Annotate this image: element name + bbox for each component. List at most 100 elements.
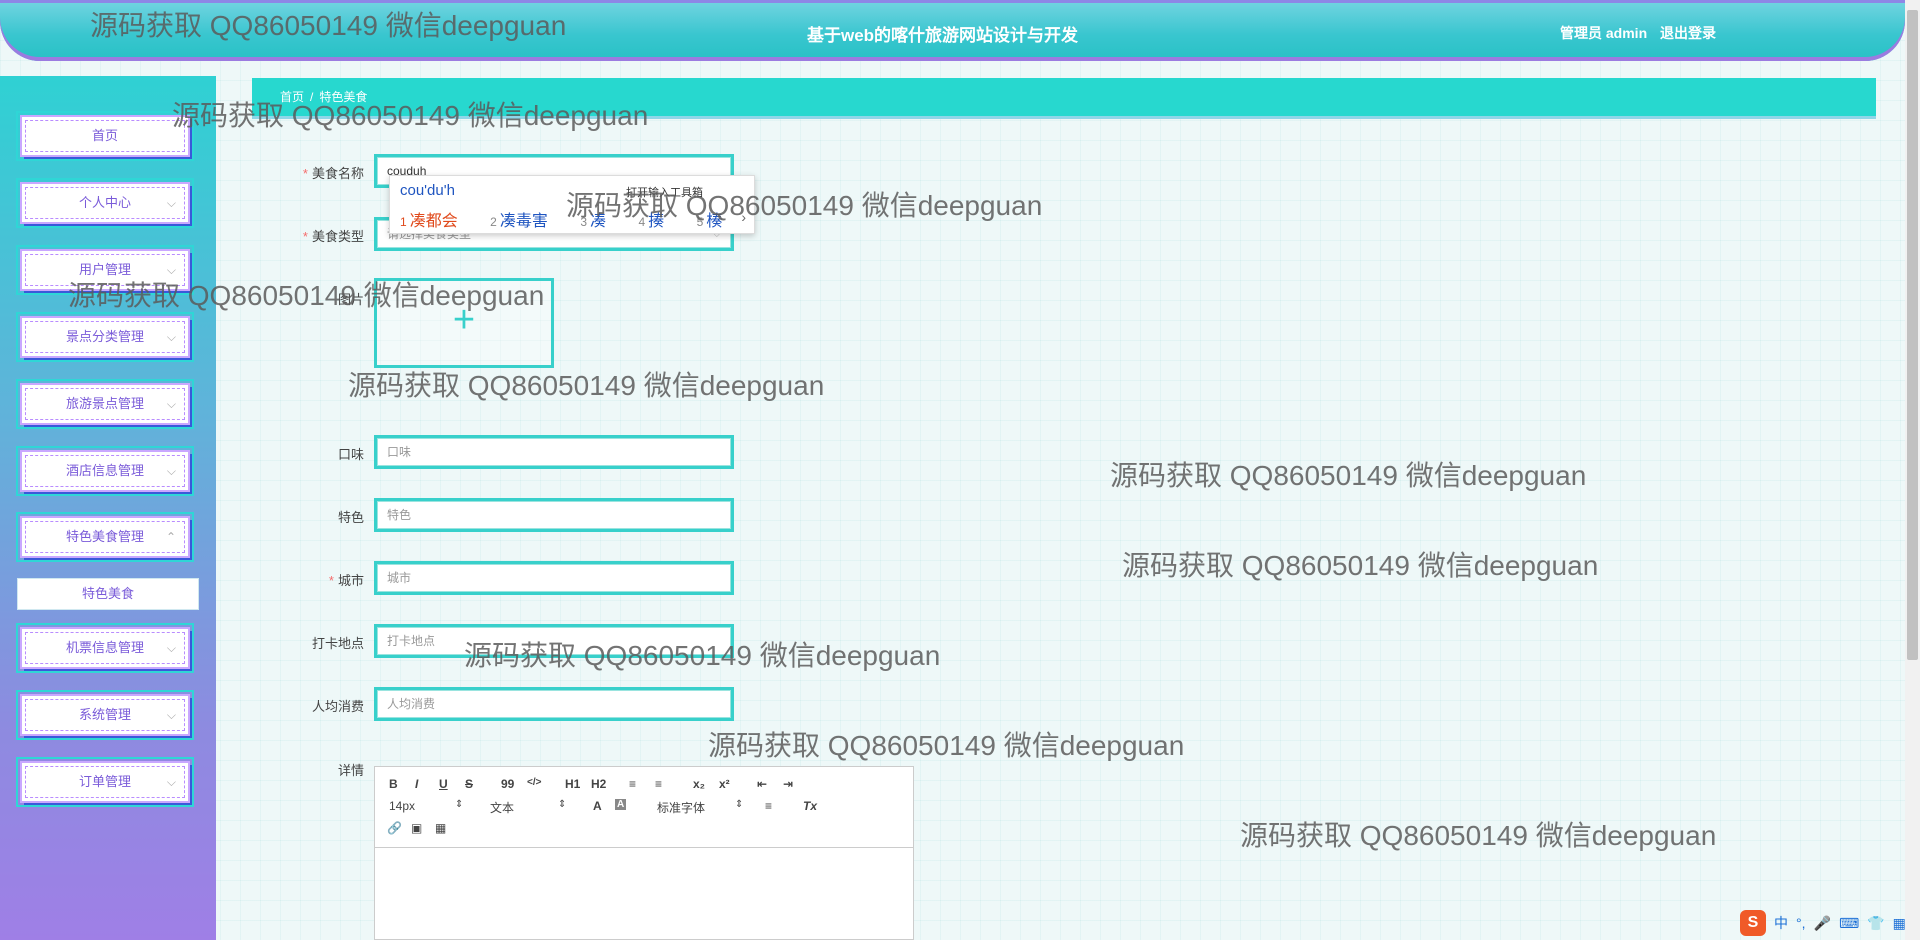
superscript-icon[interactable]: x²	[719, 777, 730, 791]
chevron-down-icon: ⌵	[166, 708, 176, 722]
chevron-updown-icon: ⇕	[735, 799, 744, 810]
top-header: 基于web的喀什旅游网站设计与开发 管理员 admin 退出登录	[0, 0, 1905, 61]
chevron-updown-icon: ⇕	[558, 799, 567, 810]
taste-input[interactable]: 口味	[374, 435, 734, 469]
watermark: 源码获取 QQ86050149 微信deepguan	[1122, 550, 1599, 581]
chevron-down-icon: ⌵	[166, 775, 176, 789]
code-icon[interactable]: </>	[527, 777, 541, 788]
ime-candidate[interactable]: 5楱	[697, 213, 737, 230]
food-type-label: * 美食类型	[302, 229, 364, 244]
sidebar-item-flight[interactable]: 机票信息管理 ⌵	[16, 623, 194, 673]
ime-mode-indicator[interactable]: 中	[1774, 913, 1788, 933]
logout-link[interactable]: 退出登录	[1660, 23, 1716, 43]
city-input[interactable]: 城市	[374, 561, 734, 595]
chevron-down-icon: ⌵	[166, 330, 176, 344]
sidebar-item-label: 机票信息管理	[65, 640, 144, 655]
sidebar-item-label: 首页	[91, 128, 118, 143]
underline-icon[interactable]: U	[439, 777, 448, 791]
sidebar-item-label: 特色美食管理	[65, 529, 144, 544]
ime-composition: cou'du'h	[400, 182, 455, 199]
sidebar-item-scenic-category[interactable]: 景点分类管理 ⌵	[16, 312, 194, 362]
ime-toolbox-hint[interactable]: 打开输入工具箱	[626, 184, 703, 200]
sidebar-item-label: 用户管理	[78, 262, 131, 277]
toolbox-icon[interactable]: ▦	[1893, 915, 1906, 932]
ime-candidate-popup: cou'du'h 打开输入工具箱 1 凑都会 2 凑毒害 3凑 4揍 5楱 ›	[389, 175, 755, 234]
editor-toolbar: B I U S 99 </> H1 H2 ≡ ≡ x₂ x² ⇤ ⇥ 14px …	[375, 767, 913, 848]
feature-label: 特色	[337, 510, 364, 525]
punctuation-icon[interactable]: °,	[1796, 915, 1806, 931]
font-size-select[interactable]: 14px	[389, 799, 415, 813]
background-color-icon[interactable]: A	[615, 799, 627, 810]
skin-icon[interactable]: 👕	[1867, 915, 1884, 932]
breadcrumb-home[interactable]: 首页	[280, 90, 304, 104]
h2-icon[interactable]: H2	[591, 777, 606, 791]
detail-label: 详情	[337, 763, 364, 778]
breadcrumb-current: 特色美食	[319, 90, 368, 104]
chevron-down-icon: ⌵	[166, 464, 176, 478]
align-icon[interactable]: ≡	[765, 799, 772, 813]
image-upload[interactable]: +	[374, 278, 554, 368]
ime-candidate[interactable]: 2 凑毒害	[490, 213, 562, 230]
keyboard-icon[interactable]: ⌨	[1839, 915, 1859, 932]
taste-label: 口味	[337, 447, 364, 462]
feature-input[interactable]: 特色	[374, 498, 734, 532]
sidebar-item-label: 旅游景点管理	[65, 396, 144, 411]
text-style-select[interactable]: 文本	[490, 799, 514, 816]
bold-icon[interactable]: B	[389, 777, 398, 791]
image-label: 图片	[337, 292, 364, 307]
ime-candidate[interactable]: 4揍	[638, 213, 678, 230]
chevron-down-icon: ⌵	[166, 263, 176, 277]
ime-tray: S 中 °, 🎤 ⌨ 👕 ▦	[1740, 910, 1906, 936]
microphone-icon[interactable]: 🎤	[1814, 915, 1831, 932]
link-icon[interactable]: 🔗	[387, 821, 402, 835]
sidebar-item-label: 系统管理	[78, 707, 131, 722]
font-color-icon[interactable]: A	[593, 799, 602, 813]
breadcrumb-separator: /	[310, 90, 314, 104]
chevron-down-icon: ⌵	[166, 196, 176, 210]
sidebar-item-home[interactable]: 首页	[16, 111, 194, 161]
ime-candidates: 1 凑都会 2 凑毒害 3凑 4揍 5楱	[400, 207, 750, 231]
indent-icon[interactable]: ⇥	[783, 777, 793, 791]
sidebar-item-label: 个人中心	[78, 195, 131, 210]
chevron-right-icon[interactable]: ›	[741, 209, 746, 225]
scrollbar-thumb[interactable]	[1907, 10, 1918, 660]
chevron-updown-icon: ⇕	[455, 799, 464, 810]
h1-icon[interactable]: H1	[565, 777, 580, 791]
font-family-select[interactable]: 标准字体	[657, 799, 705, 816]
subscript-icon[interactable]: x₂	[693, 777, 705, 791]
sidebar-item-label: 订单管理	[78, 774, 131, 789]
chevron-down-icon: ⌵	[166, 641, 176, 655]
sidebar-item-hotel[interactable]: 酒店信息管理 ⌵	[16, 446, 194, 496]
sidebar-item-label: 酒店信息管理	[65, 463, 144, 478]
clear-format-icon[interactable]: Tx	[803, 799, 817, 813]
watermark: 源码获取 QQ86050149 微信deepguan	[708, 730, 1185, 761]
sidebar-item-users[interactable]: 用户管理 ⌵	[16, 245, 194, 295]
watermark: 源码获取 QQ86050149 微信deepguan	[348, 370, 825, 401]
sidebar-item-orders[interactable]: 订单管理 ⌵	[16, 757, 194, 807]
sidebar-item-scenic[interactable]: 旅游景点管理 ⌵	[16, 379, 194, 429]
ordered-list-icon[interactable]: ≡	[629, 777, 636, 791]
bullet-list-icon[interactable]: ≡	[655, 777, 662, 791]
sidebar-item-profile[interactable]: 个人中心 ⌵	[16, 178, 194, 228]
sidebar-item-food[interactable]: 特色美食管理 ⌃	[16, 512, 194, 562]
sidebar-item-label: 景点分类管理	[65, 329, 144, 344]
quote-icon[interactable]: 99	[501, 777, 514, 791]
avg-cost-input[interactable]: 人均消费	[374, 687, 734, 721]
video-icon[interactable]: ▦	[435, 821, 446, 835]
avg-cost-label: 人均消费	[311, 699, 364, 714]
image-icon[interactable]: ▣	[411, 821, 422, 835]
sidebar-item-system[interactable]: 系统管理 ⌵	[16, 690, 194, 740]
italic-icon[interactable]: I	[415, 777, 418, 791]
rich-text-editor[interactable]: B I U S 99 </> H1 H2 ≡ ≡ x₂ x² ⇤ ⇥ 14px …	[374, 766, 914, 940]
watermark: 源码获取 QQ86050149 微信deepguan	[1240, 820, 1717, 851]
sogou-logo-icon[interactable]: S	[1740, 910, 1766, 936]
outdent-icon[interactable]: ⇤	[757, 777, 767, 791]
ime-candidate[interactable]: 1 凑都会	[400, 213, 472, 230]
checkin-input[interactable]: 打卡地点	[374, 624, 734, 658]
food-name-label: * 美食名称	[302, 166, 364, 181]
ime-candidate[interactable]: 3凑	[580, 213, 620, 230]
submenu-item-food[interactable]: 特色美食	[17, 578, 199, 610]
strike-icon[interactable]: S	[465, 777, 473, 791]
checkin-label: 打卡地点	[311, 636, 364, 651]
breadcrumb: 首页 / 特色美食	[252, 78, 1876, 116]
